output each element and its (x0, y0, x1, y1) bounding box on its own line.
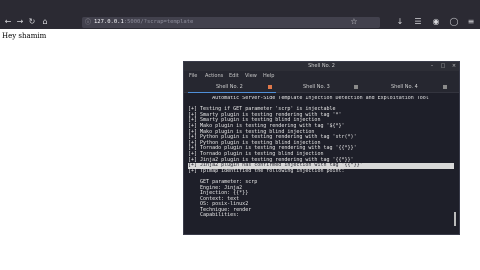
home-icon[interactable]: ⌂ (40, 17, 50, 27)
tab-shell-4[interactable]: Shell No. 4 (368, 82, 457, 93)
tab-close-icon[interactable] (268, 85, 272, 89)
url-text: 127.0.0.1:5000/?scrap=template (94, 19, 194, 25)
tab-shell-2[interactable]: Shell No. 2 (188, 82, 276, 93)
reload-icon[interactable]: ↻ (27, 17, 37, 27)
page-content-text: Hey shamim (2, 32, 47, 40)
account-icon[interactable]: ◯ (449, 17, 459, 27)
tab-shell-3[interactable]: Shell No. 3 (280, 82, 368, 93)
browser-toolbar: ← → ↻ ⌂ ⓘ 127.0.0.1:5000/?scrap=template… (0, 0, 480, 29)
menu-help[interactable]: Help (263, 71, 274, 82)
tab-close-icon[interactable] (354, 85, 358, 89)
terminal-line: Automatic Server-Side Template Injection… (188, 96, 429, 101)
back-icon[interactable]: ← (3, 17, 13, 27)
menu-actions[interactable]: Actions (205, 71, 223, 82)
terminal-tabbar: Shell No. 2 Shell No. 3 Shell No. 4 (184, 82, 459, 93)
menu-icon[interactable]: ≡ (466, 17, 476, 27)
library-icon[interactable]: ☰ (413, 17, 423, 27)
bookmark-star-icon[interactable]: ☆ (349, 17, 359, 27)
minimize-icon[interactable]: – (429, 63, 435, 69)
active-tab-indicator (188, 92, 276, 93)
downloads-icon[interactable]: ↓ (395, 17, 405, 27)
terminal-scrollbar[interactable] (454, 212, 456, 226)
menu-edit[interactable]: Edit (229, 71, 239, 82)
tab-close-icon[interactable] (443, 85, 447, 89)
terminal-menubar: File Actions Edit View Help (184, 71, 459, 82)
extensions-icon[interactable]: ◉ (431, 17, 441, 27)
page-info-icon[interactable]: ⓘ (85, 19, 92, 26)
menu-file[interactable]: File (189, 71, 197, 82)
terminal-title: Shell No. 2 (308, 63, 335, 69)
forward-icon[interactable]: → (15, 17, 25, 27)
close-icon[interactable]: × (451, 63, 457, 69)
maximize-icon[interactable]: □ (440, 63, 446, 69)
terminal-output[interactable]: Automatic Server-Side Template Injection… (188, 96, 454, 232)
terminal-window[interactable]: Shell No. 2 – □ × File Actions Edit View… (183, 61, 460, 235)
terminal-titlebar[interactable]: Shell No. 2 – □ × (184, 62, 459, 71)
terminal-line: Capabilities: (188, 212, 240, 219)
menu-view[interactable]: View (245, 71, 257, 82)
address-bar[interactable]: ⓘ 127.0.0.1:5000/?scrap=template (82, 17, 380, 28)
